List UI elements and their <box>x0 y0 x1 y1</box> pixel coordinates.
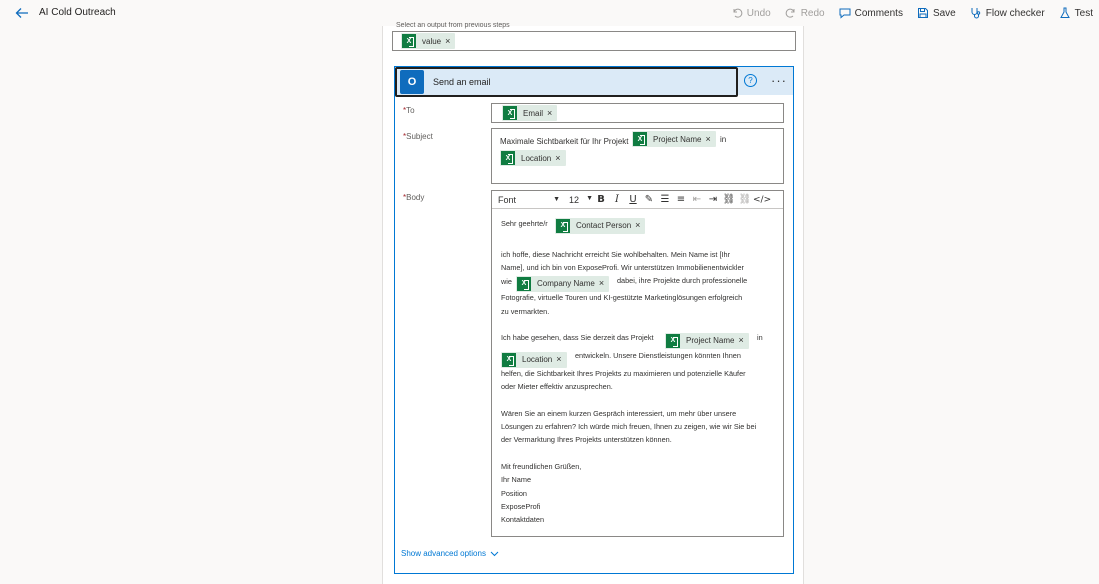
chevron-down-icon: ▼ <box>586 194 593 202</box>
action-header[interactable]: O Send an email <box>395 67 738 97</box>
body-line: zu vermarkten. <box>501 307 550 316</box>
send-email-action-card: O Send an email ? ··· *To X Email × *Sub… <box>394 66 794 574</box>
font-dropdown[interactable]: Font ▼ <box>495 193 563 207</box>
signature-line: Ihr Name <box>501 475 532 484</box>
increase-indent-icon[interactable]: ⇥ <box>705 194 721 205</box>
remove-token-icon[interactable]: × <box>556 353 566 366</box>
back-arrow-icon[interactable] <box>14 5 30 21</box>
body-line: oder Mieter effektiv anzusprechen. <box>501 382 613 391</box>
body-line: Name], und ich bin von ExposeProfi. Wir … <box>501 263 744 272</box>
save-button[interactable]: Save <box>917 7 956 19</box>
show-advanced-options-link[interactable]: Show advanced options <box>401 549 499 558</box>
italic-icon[interactable]: I <box>609 194 625 205</box>
excel-icon: X <box>503 106 517 120</box>
excel-icon: X <box>666 334 680 348</box>
unlink-icon[interactable]: ⛓ <box>737 194 753 205</box>
top-bar: AI Cold Outreach Undo Redo Comments Save… <box>0 0 1099 26</box>
bullet-list-icon[interactable]: ☰ <box>657 194 673 205</box>
save-icon <box>917 8 928 18</box>
chevron-down-icon: ▼ <box>553 196 560 203</box>
body-line: helfen, die Sichtbarkeit Ihres Projekts … <box>501 369 746 378</box>
remove-token-icon[interactable]: × <box>705 134 715 144</box>
body-line: Lösungen zu erfahren? Ich würde mich fre… <box>501 422 757 431</box>
remove-token-icon[interactable]: × <box>738 334 748 347</box>
signature-line: Position <box>501 489 527 498</box>
body-line: der Vermarktung Ihres Projekts unterstüt… <box>501 435 672 444</box>
pen-color-icon[interactable]: ✎ <box>641 194 657 205</box>
redo-label: Redo <box>800 7 825 19</box>
outlook-icon: O <box>400 70 424 94</box>
excel-icon: X <box>517 277 531 291</box>
excel-icon: X <box>556 219 570 233</box>
company-name-token[interactable]: X Company Name × <box>516 276 610 292</box>
remove-token-icon[interactable]: × <box>599 277 609 290</box>
rich-text-toolbar: Font ▼ 12 ▼ B I U ✎ ☰ ≡ ⇤ ⇥ ⛓ ⛓ </> <box>492 191 783 209</box>
stethoscope-icon <box>971 8 980 19</box>
undo-label: Undo <box>746 7 771 19</box>
excel-icon: X <box>633 132 647 146</box>
body-line: Ich habe gesehen, dass Sie derzeit das P… <box>501 333 654 342</box>
redo-button[interactable]: Redo <box>785 7 825 19</box>
body-line: in <box>757 333 763 342</box>
body-label: *Body <box>403 193 425 202</box>
previous-output-label: Select an output from previous steps <box>396 22 510 29</box>
remove-token-icon[interactable]: × <box>555 153 565 163</box>
flask-icon <box>1059 7 1070 18</box>
body-line: dabei, ihre Projekte durch professionell… <box>617 276 748 285</box>
body-line: wie <box>501 277 512 286</box>
remove-token-icon[interactable]: × <box>547 108 557 118</box>
remove-token-icon[interactable]: × <box>635 219 645 232</box>
excel-icon: X <box>502 353 516 367</box>
comments-label: Comments <box>854 7 903 19</box>
email-token[interactable]: X Email × <box>502 105 558 121</box>
to-field[interactable]: X Email × <box>491 103 784 123</box>
previous-output-field[interactable]: X value × <box>392 31 796 51</box>
help-icon[interactable]: ? <box>744 74 757 87</box>
undo-icon <box>733 8 743 18</box>
test-label: Test <box>1074 7 1093 19</box>
body-editor[interactable]: Font ▼ 12 ▼ B I U ✎ ☰ ≡ ⇤ ⇥ ⛓ ⛓ </> Sehr g… <box>491 190 784 537</box>
body-line: ich hoffe, diese Nachricht erreicht Sie … <box>501 250 731 259</box>
flow-title: AI Cold Outreach <box>39 7 116 18</box>
subject-label: *Subject <box>403 132 433 141</box>
numbered-list-icon[interactable]: ≡ <box>673 194 689 205</box>
decrease-indent-icon[interactable]: ⇤ <box>689 194 705 205</box>
project-name-token[interactable]: X Project Name × <box>665 333 749 349</box>
comments-button[interactable]: Comments <box>839 7 903 19</box>
project-name-token[interactable]: X Project Name × <box>632 131 716 147</box>
undo-button[interactable]: Undo <box>731 7 771 19</box>
value-token[interactable]: X value × <box>401 33 456 49</box>
body-line: Fotografie, virtuelle Touren und KI-gest… <box>501 293 743 302</box>
body-line: entwickeln. Unsere Dienstleistungen könn… <box>575 351 741 360</box>
subject-text: Maximale Sichtbarkeit für Ihr Projekt <box>500 137 629 146</box>
underline-icon[interactable]: U <box>625 194 641 205</box>
flow-checker-button[interactable]: Flow checker <box>970 7 1045 19</box>
signature-line: ExposeProfi <box>501 502 541 511</box>
redo-icon <box>785 8 795 18</box>
test-button[interactable]: Test <box>1059 7 1093 19</box>
body-line: Wären Sie an einem kurzen Gespräch inter… <box>501 409 737 418</box>
excel-icon: X <box>402 34 416 48</box>
to-label: *To <box>403 106 415 115</box>
signature-line: Mit freundlichen Grüßen, <box>501 462 582 471</box>
link-icon[interactable]: ⛓ <box>721 194 737 205</box>
font-size-dropdown[interactable]: 12 ▼ <box>569 195 593 205</box>
subject-field[interactable]: Maximale Sichtbarkeit für Ihr Projekt X … <box>491 128 784 184</box>
contact-person-token[interactable]: X Contact Person × <box>555 218 646 234</box>
flow-checker-label: Flow checker <box>985 7 1045 19</box>
subject-in-text: in <box>720 135 727 144</box>
remove-token-icon[interactable]: × <box>445 36 455 46</box>
save-label: Save <box>932 7 956 19</box>
location-token[interactable]: X Location × <box>500 150 566 166</box>
signature-line: Kontaktdaten <box>501 515 545 524</box>
greeting-text: Sehr geehrte/r <box>501 219 548 228</box>
action-title: Send an email <box>433 77 491 87</box>
more-options-icon[interactable]: ··· <box>771 73 787 88</box>
comment-icon <box>839 8 851 19</box>
excel-icon: X <box>501 151 515 165</box>
location-token[interactable]: X Location × <box>501 352 567 368</box>
code-view-icon[interactable]: </> <box>753 195 771 205</box>
bold-icon[interactable]: B <box>593 194 609 205</box>
chevron-down-icon <box>490 551 499 557</box>
